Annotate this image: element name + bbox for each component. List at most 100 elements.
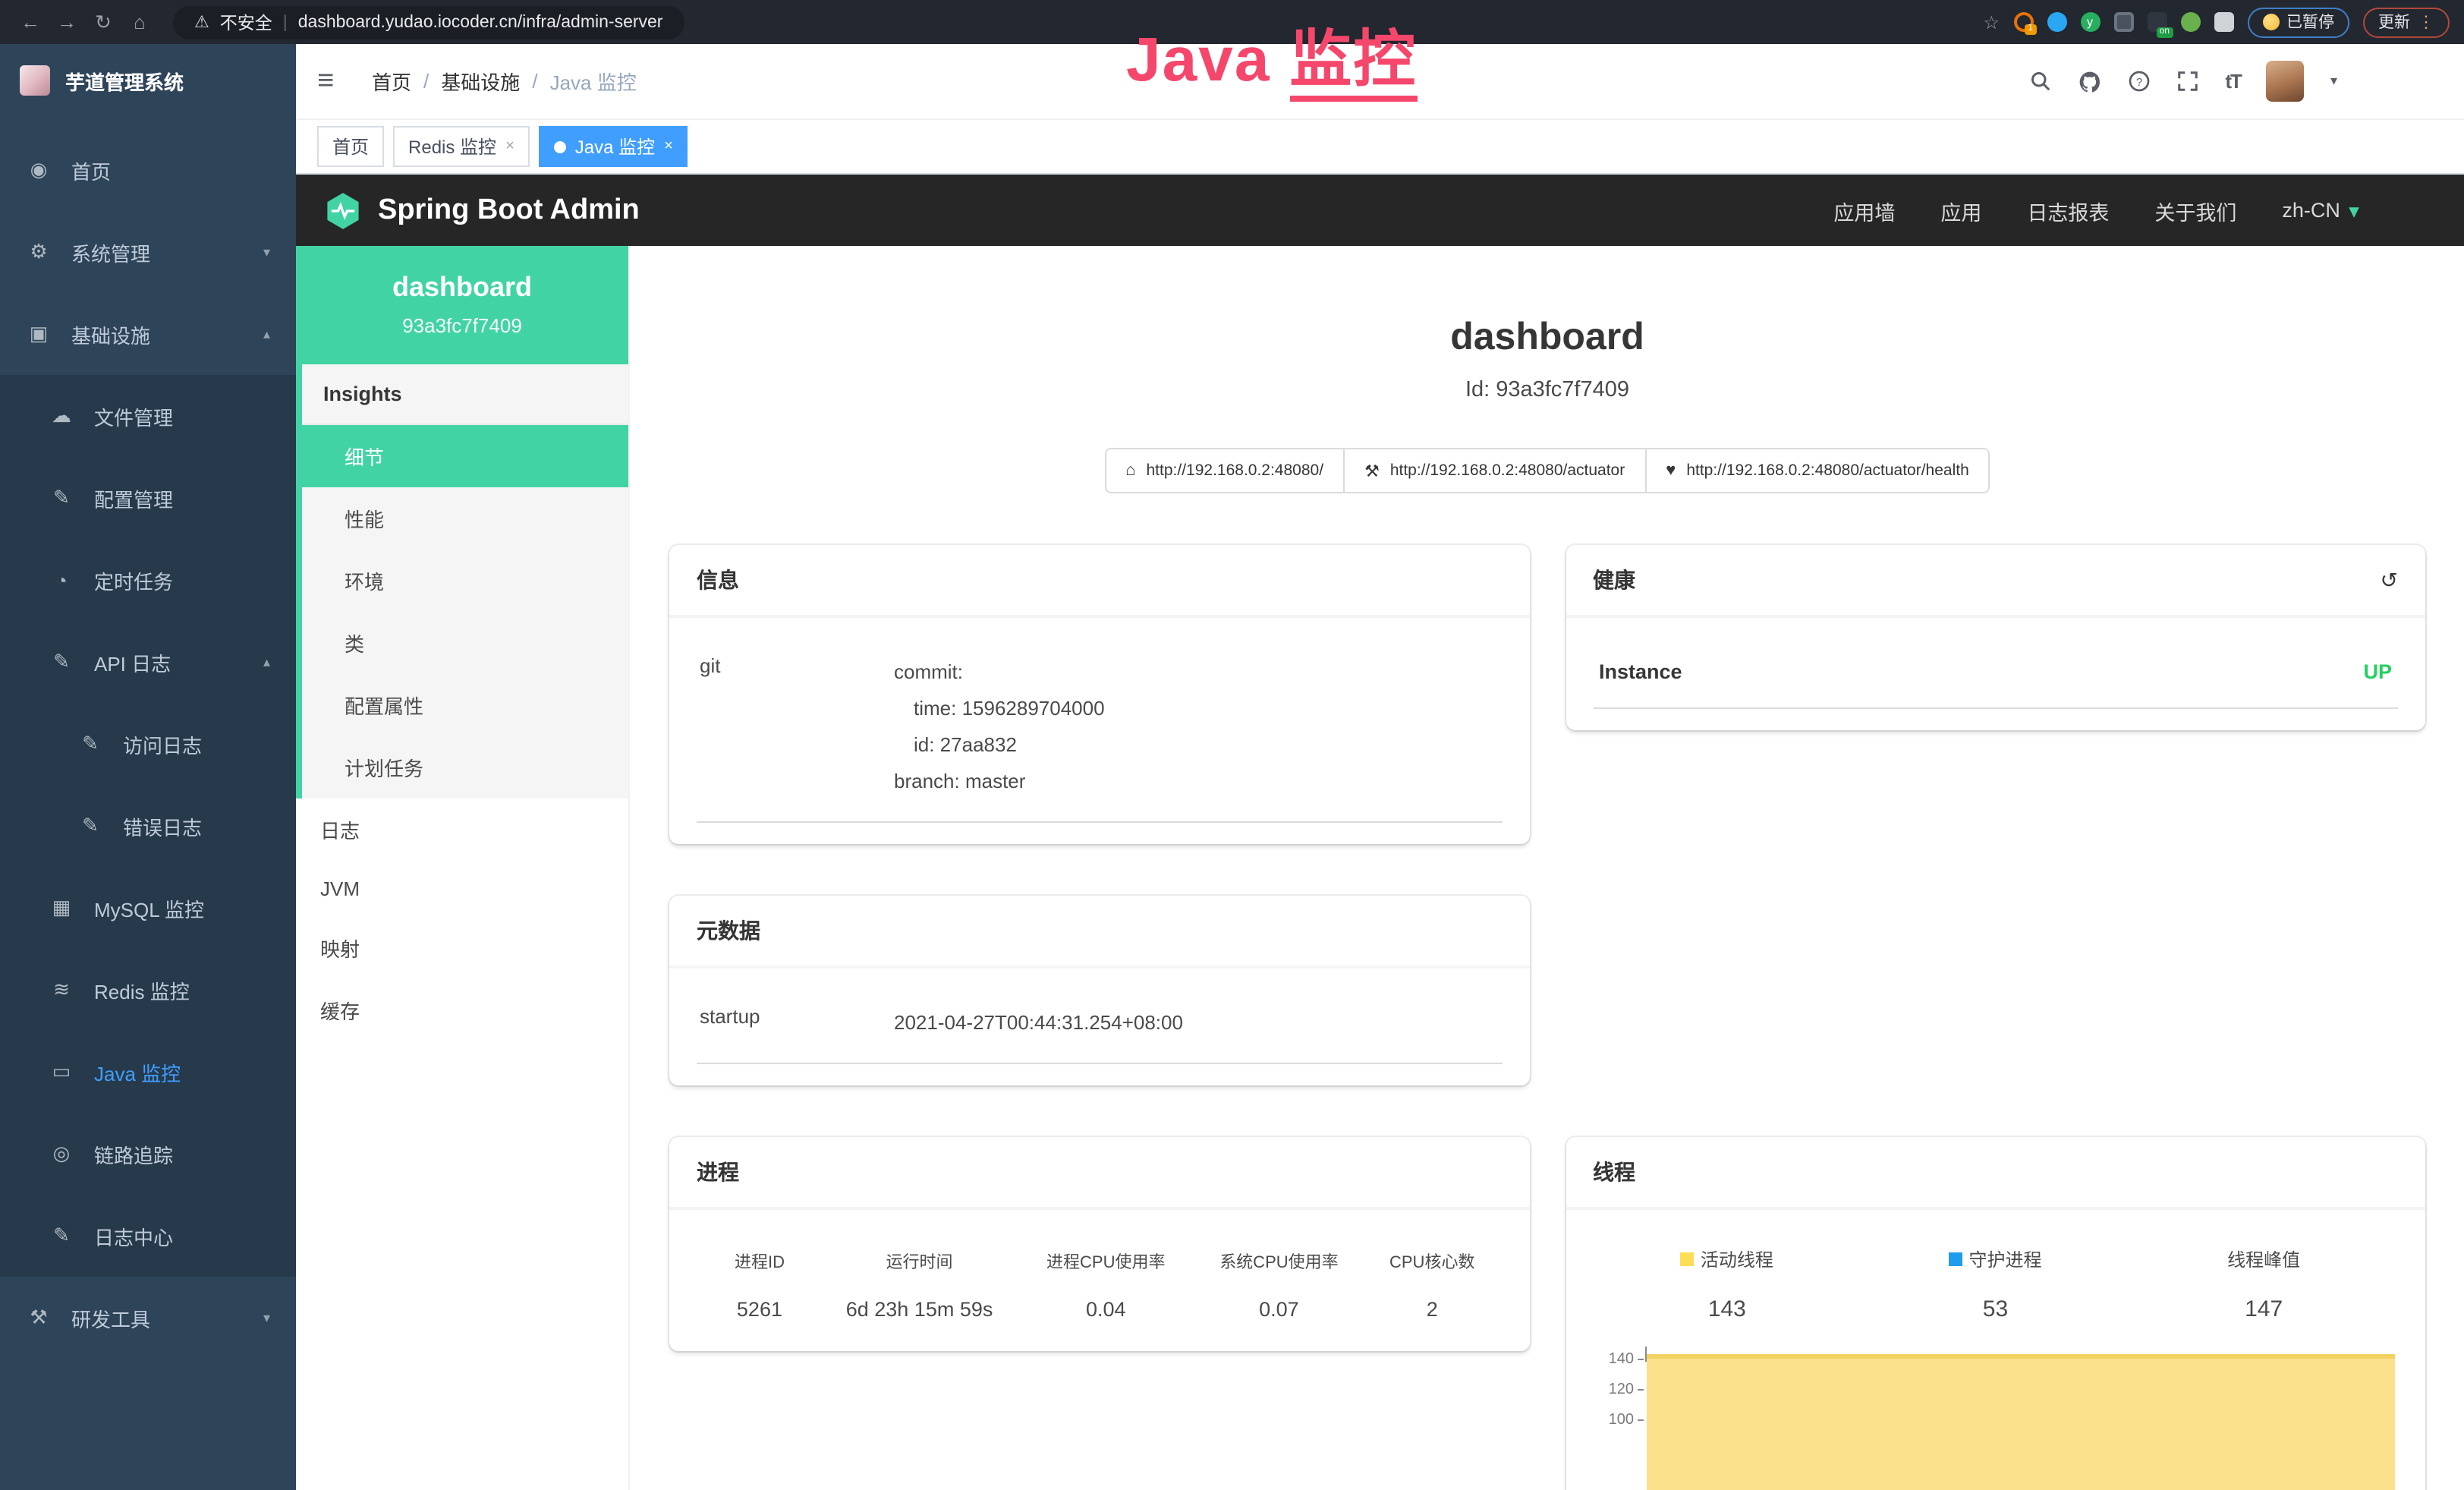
nav-app-wall[interactable]: 应用墙 [1833, 195, 1895, 225]
tag-tabs-bar: 首页 Redis 监控 × Java 监控 × [296, 120, 2464, 175]
tab-redis-monitor[interactable]: Redis 监控 × [393, 126, 530, 167]
process-card: 进程 进程ID 5261 [669, 1137, 1529, 1351]
sba-item-jvm[interactable]: JVM [296, 861, 628, 917]
threads-card: 线程 活动线程 [1566, 1137, 2425, 1490]
sba-item-scheduled-tasks[interactable]: 计划任务 [302, 736, 628, 799]
instance-links: ⌂ http://192.168.0.2:48080/ ⚒ http://192… [669, 448, 2425, 493]
instance-name: dashboard [308, 272, 616, 304]
gear-icon: ⚙ [26, 240, 52, 264]
nav-log-report[interactable]: 日志报表 [2027, 195, 2109, 225]
sidebar-item-api-log[interactable]: ✎ API 日志 ▴ [0, 621, 296, 703]
sidebar-item-tracing[interactable]: ◎ 链路追踪 [0, 1113, 296, 1195]
caret-down-icon[interactable]: ▾ [2330, 73, 2337, 90]
sidebar-item-log-center[interactable]: ✎ 日志中心 [0, 1195, 296, 1277]
page-title: dashboard [669, 316, 2425, 360]
app-menu: ◉ 首页 ⚙ 系统管理 ▾ ▣ 基础设施 ▴ ☁ 文件管理 [0, 117, 296, 1359]
health-url-button[interactable]: ♥ http://192.168.0.2:48080/actuator/heal… [1644, 448, 1990, 493]
threads-legend: 活动线程 143 守护进程 [1593, 1234, 2398, 1322]
nav-about-us[interactable]: 关于我们 [2154, 195, 2236, 225]
sba-navbar: Spring Boot Admin 应用墙 应用 日志报表 关于我们 zh-CN… [296, 175, 2464, 246]
back-icon[interactable]: ← [15, 11, 46, 33]
sba-item-classes[interactable]: 类 [302, 612, 628, 674]
not-secure-label: 不安全 [220, 10, 272, 34]
nav-applications[interactable]: 应用 [1940, 195, 1981, 225]
sidebar-item-java-monitor[interactable]: ▭ Java 监控 [0, 1031, 296, 1113]
forward-icon[interactable]: → [52, 11, 82, 33]
breadcrumb-current: Java 监控 [550, 67, 637, 96]
sba-item-details[interactable]: 细节 [302, 425, 628, 487]
hamburger-icon[interactable]: ≡ [317, 65, 354, 98]
profile-paused-pill[interactable]: 已暂停 [2247, 7, 2349, 37]
threads-area-chart: 140 120 100 [1593, 1347, 2398, 1477]
metadata-card: 元数据 startup 2021-04-27T00:44:31.254+08:0… [669, 896, 1529, 1085]
font-size-icon[interactable]: tT [2225, 70, 2241, 93]
monitor-icon: ▣ [26, 322, 52, 346]
breadcrumb-infra[interactable]: 基础设施 [441, 67, 520, 96]
reload-icon[interactable]: ↻ [88, 10, 118, 34]
sidebar-item-scheduled-jobs[interactable]: ◔ 定时任务 [0, 539, 296, 621]
extensions-puzzle-icon[interactable] [2214, 12, 2233, 32]
update-button[interactable]: 更新 ⋮ [2363, 7, 2450, 37]
sidebar-item-system[interactable]: ⚙ 系统管理 ▾ [0, 211, 296, 293]
sidebar-item-access-log[interactable]: ✎ 访问日志 [0, 703, 296, 785]
database-icon: ▦ [49, 896, 74, 920]
sidebar-item-home[interactable]: ◉ 首页 [0, 129, 296, 211]
kebab-menu-icon[interactable]: ⋮ [2418, 12, 2434, 32]
fullscreen-icon[interactable] [2176, 70, 2199, 93]
home-icon[interactable]: ⌂ [124, 11, 155, 33]
close-icon[interactable]: × [505, 138, 515, 155]
trace-eye-icon: ◎ [49, 1142, 74, 1166]
peak-threads-value: 147 [2129, 1296, 2398, 1322]
sidebar-item-config-manage[interactable]: ✎ 配置管理 [0, 457, 296, 539]
heart-icon: ♥ [1666, 461, 1676, 480]
emoji-avatar [2262, 14, 2279, 30]
sba-item-metrics[interactable]: 性能 [302, 487, 628, 550]
github-icon[interactable] [2078, 69, 2102, 93]
sba-item-logs[interactable]: 日志 [296, 799, 628, 861]
legend-swatch-daemon-threads [1949, 1252, 1962, 1266]
timer-icon: ◔ [49, 569, 74, 591]
sidebar-item-file-manage[interactable]: ☁ 文件管理 [0, 375, 296, 457]
sidebar-item-mysql-monitor[interactable]: ▦ MySQL 监控 [0, 867, 296, 949]
extension-icon[interactable] [2113, 12, 2133, 32]
sba-nav-links: 应用墙 应用 日志报表 关于我们 zh-CN ▾ [1833, 195, 2359, 225]
sidebar-item-redis-monitor[interactable]: ≋ Redis 监控 [0, 949, 296, 1031]
sba-item-environment[interactable]: 环境 [302, 550, 628, 612]
service-url-button[interactable]: ⌂ http://192.168.0.2:48080/ [1104, 448, 1345, 493]
sidebar-item-error-log[interactable]: ✎ 错误日志 [0, 785, 296, 867]
tab-java-monitor[interactable]: Java 监控 × [539, 126, 688, 167]
wrench-icon: ⚒ [1364, 461, 1380, 480]
extension-icon[interactable]: on [2147, 12, 2167, 32]
avatar[interactable] [2267, 61, 2305, 102]
sba-item-config-props[interactable]: 配置属性 [302, 674, 628, 736]
app-logo[interactable]: 芋道管理系统 [0, 44, 296, 117]
history-icon[interactable]: ↺ [2381, 567, 2398, 593]
address-bar[interactable]: ⚠ 不安全 | dashboard.yudao.iocoder.cn/infra… [173, 5, 684, 39]
browser-actions: ☆ 1 y on 已暂停 更新 ⋮ [1983, 7, 2450, 37]
dashboard-icon: ◉ [26, 158, 52, 182]
sba-brand[interactable]: Spring Boot Admin [323, 191, 640, 230]
instance-id-line: Id: 93a3fc7f7409 [669, 378, 2425, 402]
help-icon[interactable]: ? [2128, 70, 2151, 93]
sba-item-mappings[interactable]: 映射 [296, 917, 628, 979]
startup-value: 2021-04-27T00:44:31.254+08:00 [894, 1005, 1183, 1041]
tab-home[interactable]: 首页 [317, 126, 384, 167]
tools-icon: ⚒ [26, 1306, 52, 1330]
extension-icon[interactable] [2180, 12, 2200, 32]
sidebar-item-infra[interactable]: ▣ 基础设施 ▴ [0, 293, 296, 375]
extension-icon[interactable]: 1 [2013, 12, 2033, 32]
bookmark-star-icon[interactable]: ☆ [1983, 11, 2000, 33]
extension-icon[interactable] [2047, 12, 2066, 32]
search-icon[interactable] [2029, 70, 2052, 93]
svg-text:?: ? [2136, 76, 2142, 89]
close-icon[interactable]: × [664, 138, 673, 155]
sba-item-caches[interactable]: 缓存 [296, 979, 628, 1041]
sidebar-item-dev-tools[interactable]: ⚒ 研发工具 ▾ [0, 1277, 296, 1359]
url-text[interactable]: dashboard.yudao.iocoder.cn/infra/admin-s… [298, 13, 663, 31]
locale-selector[interactable]: zh-CN ▾ [2282, 199, 2359, 222]
threads-card-title: 线程 [1566, 1137, 2425, 1210]
actuator-url-button[interactable]: ⚒ http://192.168.0.2:48080/actuator [1343, 448, 1646, 493]
extension-icon[interactable]: y [2080, 12, 2100, 32]
breadcrumb-home[interactable]: 首页 [372, 67, 411, 96]
java-monitor-icon: ▭ [49, 1060, 74, 1084]
